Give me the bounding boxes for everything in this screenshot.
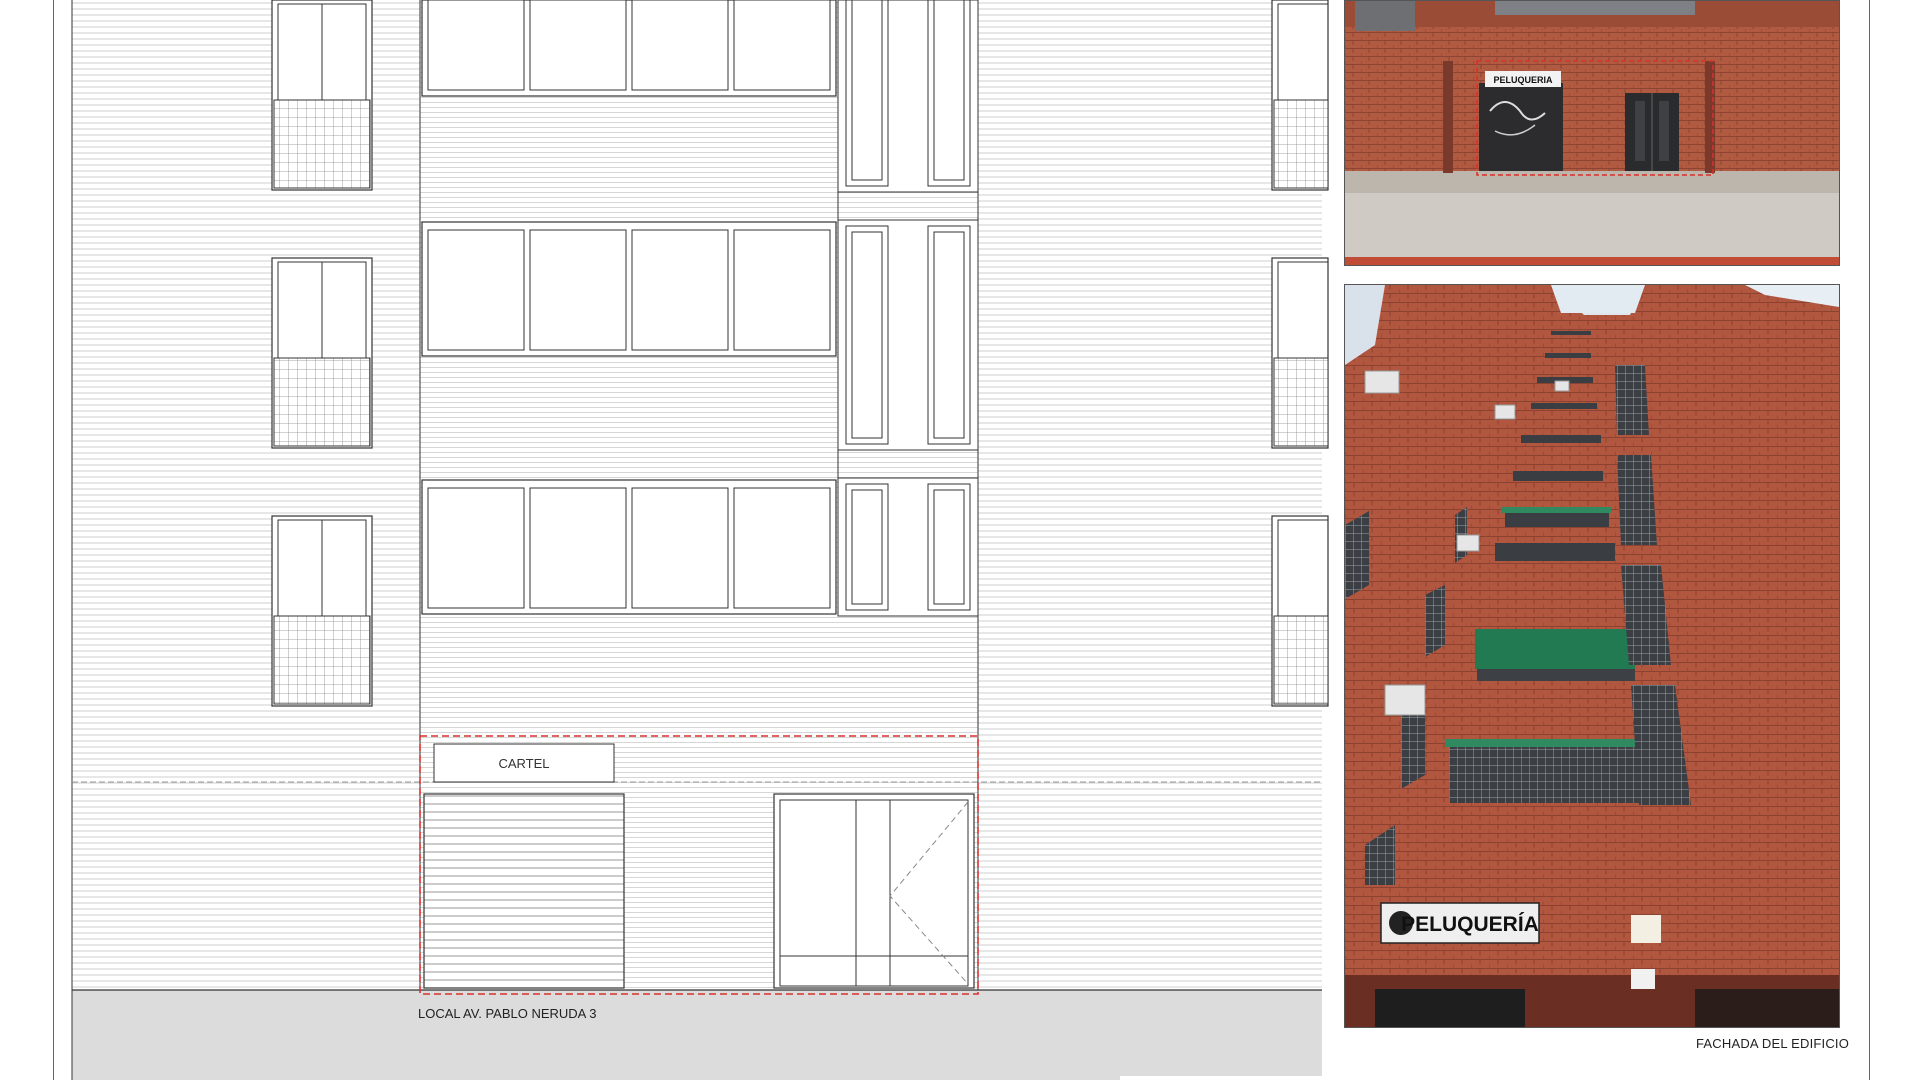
sheet-border-right [1869, 0, 1870, 1080]
vertical-window-column [837, 0, 979, 617]
ground-strip [72, 990, 1322, 1080]
shop-shutter-door [423, 793, 625, 989]
right-windows [1271, 0, 1329, 707]
facade-wall-right [978, 0, 1322, 990]
photos-caption: FACHADA DEL EDIFICIO [1696, 1036, 1850, 1051]
photo-street-level: PELUQUERIA [1344, 0, 1840, 266]
site-label: LOCAL AV. PABLO NERUDA 3 [418, 1006, 596, 1021]
shop-sign-text-large: PELUQUERÍA [1401, 913, 1539, 936]
entrance-door [773, 793, 975, 989]
sign-label: CARTEL [498, 756, 549, 771]
shop-sign-text: PELUQUERIA [1493, 75, 1553, 85]
facade-elevation-drawing: CARTEL LOCAL AV. PABLO NERUDA 3 [71, 0, 1329, 1080]
central-ribbon-windows [421, 0, 837, 615]
left-windows [271, 0, 373, 707]
photo-facade-upward: PELUQUERÍA [1344, 284, 1840, 1028]
drawing-sheet: CARTEL LOCAL AV. PABLO NERUDA 3 PELUQUER… [0, 0, 1920, 1080]
